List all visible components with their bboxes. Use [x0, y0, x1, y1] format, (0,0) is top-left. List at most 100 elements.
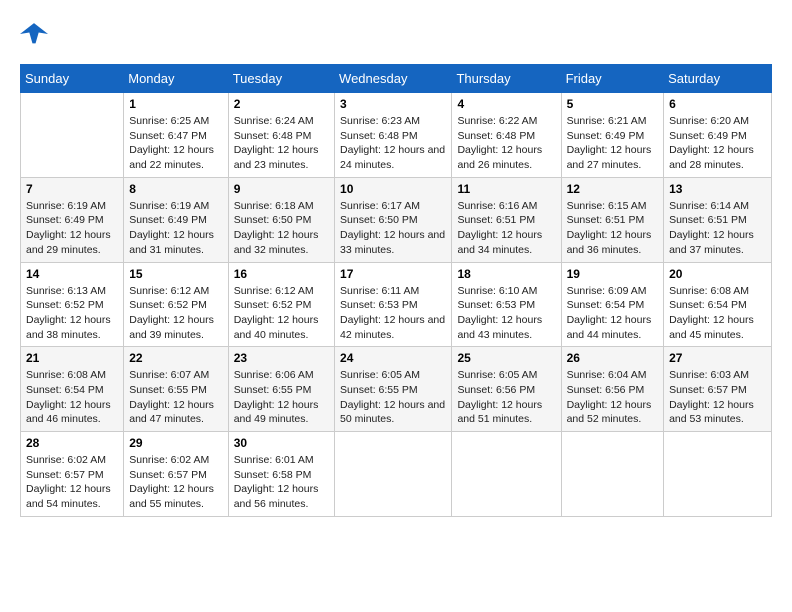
day-info: Sunrise: 6:07 AMSunset: 6:55 PMDaylight:…	[129, 368, 222, 427]
calendar-cell: 20 Sunrise: 6:08 AMSunset: 6:54 PMDayligh…	[664, 262, 772, 347]
calendar-cell: 14 Sunrise: 6:13 AMSunset: 6:52 PMDayligh…	[21, 262, 124, 347]
day-info: Sunrise: 6:14 AMSunset: 6:51 PMDaylight:…	[669, 199, 766, 258]
day-info: Sunrise: 6:02 AMSunset: 6:57 PMDaylight:…	[26, 453, 118, 512]
calendar-cell: 1 Sunrise: 6:25 AMSunset: 6:47 PMDaylight…	[124, 93, 228, 178]
calendar-cell: 29 Sunrise: 6:02 AMSunset: 6:57 PMDayligh…	[124, 432, 228, 517]
calendar-cell: 9 Sunrise: 6:18 AMSunset: 6:50 PMDaylight…	[228, 177, 334, 262]
day-info: Sunrise: 6:21 AMSunset: 6:49 PMDaylight:…	[567, 114, 659, 173]
day-number: 3	[340, 97, 446, 111]
week-row-5: 28 Sunrise: 6:02 AMSunset: 6:57 PMDayligh…	[21, 432, 772, 517]
day-number: 13	[669, 182, 766, 196]
weekday-header-saturday: Saturday	[664, 65, 772, 93]
day-info: Sunrise: 6:19 AMSunset: 6:49 PMDaylight:…	[129, 199, 222, 258]
calendar-cell: 7Sunrise: 6:19 AMSunset: 6:49 PMDaylight…	[21, 177, 124, 262]
calendar-cell: 5 Sunrise: 6:21 AMSunset: 6:49 PMDaylight…	[561, 93, 664, 178]
calendar-cell: 30Sunrise: 6:01 AMSunset: 6:58 PMDayligh…	[228, 432, 334, 517]
logo-bird-icon	[20, 20, 48, 48]
week-row-3: 14 Sunrise: 6:13 AMSunset: 6:52 PMDayligh…	[21, 262, 772, 347]
calendar-cell: 4 Sunrise: 6:22 AMSunset: 6:48 PMDaylight…	[452, 93, 561, 178]
day-number: 21	[26, 351, 118, 365]
day-info: Sunrise: 6:19 AMSunset: 6:49 PMDaylight:…	[26, 199, 118, 258]
weekday-header-thursday: Thursday	[452, 65, 561, 93]
weekday-header-sunday: Sunday	[21, 65, 124, 93]
calendar-cell: 27 Sunrise: 6:03 AMSunset: 6:57 PMDayligh…	[664, 347, 772, 432]
calendar-cell: 6Sunrise: 6:20 AMSunset: 6:49 PMDaylight…	[664, 93, 772, 178]
day-info: Sunrise: 6:25 AMSunset: 6:47 PMDaylight:…	[129, 114, 222, 173]
day-info: Sunrise: 6:03 AMSunset: 6:57 PMDaylight:…	[669, 368, 766, 427]
calendar-cell: 21 Sunrise: 6:08 AMSunset: 6:54 PMDayligh…	[21, 347, 124, 432]
calendar-cell: 18 Sunrise: 6:10 AMSunset: 6:53 PMDayligh…	[452, 262, 561, 347]
day-number: 20	[669, 267, 766, 281]
calendar-cell	[452, 432, 561, 517]
logo	[20, 20, 52, 48]
day-number: 15	[129, 267, 222, 281]
day-info: Sunrise: 6:09 AMSunset: 6:54 PMDaylight:…	[567, 284, 659, 343]
page-header	[20, 20, 772, 48]
day-info: Sunrise: 6:05 AMSunset: 6:56 PMDaylight:…	[457, 368, 555, 427]
day-number: 23	[234, 351, 329, 365]
calendar-cell: 15Sunrise: 6:12 AMSunset: 6:52 PMDayligh…	[124, 262, 228, 347]
day-number: 10	[340, 182, 446, 196]
day-number: 18	[457, 267, 555, 281]
day-number: 2	[234, 97, 329, 111]
calendar-cell	[21, 93, 124, 178]
week-row-2: 7Sunrise: 6:19 AMSunset: 6:49 PMDaylight…	[21, 177, 772, 262]
calendar-cell: 11 Sunrise: 6:16 AMSunset: 6:51 PMDayligh…	[452, 177, 561, 262]
day-number: 29	[129, 436, 222, 450]
day-number: 9	[234, 182, 329, 196]
day-info: Sunrise: 6:15 AMSunset: 6:51 PMDaylight:…	[567, 199, 659, 258]
calendar-cell: 28 Sunrise: 6:02 AMSunset: 6:57 PMDayligh…	[21, 432, 124, 517]
day-number: 8	[129, 182, 222, 196]
calendar-cell: 2 Sunrise: 6:24 AMSunset: 6:48 PMDaylight…	[228, 93, 334, 178]
day-info: Sunrise: 6:06 AMSunset: 6:55 PMDaylight:…	[234, 368, 329, 427]
calendar-cell: 25 Sunrise: 6:05 AMSunset: 6:56 PMDayligh…	[452, 347, 561, 432]
day-number: 19	[567, 267, 659, 281]
day-info: Sunrise: 6:24 AMSunset: 6:48 PMDaylight:…	[234, 114, 329, 173]
day-info: Sunrise: 6:02 AMSunset: 6:57 PMDaylight:…	[129, 453, 222, 512]
calendar-cell	[335, 432, 452, 517]
day-info: Sunrise: 6:22 AMSunset: 6:48 PMDaylight:…	[457, 114, 555, 173]
calendar-cell: 17 Sunrise: 6:11 AMSunset: 6:53 PMDayligh…	[335, 262, 452, 347]
day-info: Sunrise: 6:23 AMSunset: 6:48 PMDaylight:…	[340, 114, 446, 173]
day-number: 24	[340, 351, 446, 365]
day-info: Sunrise: 6:18 AMSunset: 6:50 PMDaylight:…	[234, 199, 329, 258]
day-info: Sunrise: 6:13 AMSunset: 6:52 PMDaylight:…	[26, 284, 118, 343]
day-number: 28	[26, 436, 118, 450]
day-info: Sunrise: 6:10 AMSunset: 6:53 PMDaylight:…	[457, 284, 555, 343]
weekday-header-wednesday: Wednesday	[335, 65, 452, 93]
calendar-cell	[664, 432, 772, 517]
day-number: 4	[457, 97, 555, 111]
calendar-cell: 13 Sunrise: 6:14 AMSunset: 6:51 PMDayligh…	[664, 177, 772, 262]
day-number: 25	[457, 351, 555, 365]
day-info: Sunrise: 6:16 AMSunset: 6:51 PMDaylight:…	[457, 199, 555, 258]
calendar-cell: 23 Sunrise: 6:06 AMSunset: 6:55 PMDayligh…	[228, 347, 334, 432]
day-number: 1	[129, 97, 222, 111]
calendar-cell: 24 Sunrise: 6:05 AMSunset: 6:55 PMDayligh…	[335, 347, 452, 432]
day-number: 26	[567, 351, 659, 365]
day-number: 11	[457, 182, 555, 196]
day-info: Sunrise: 6:12 AMSunset: 6:52 PMDaylight:…	[234, 284, 329, 343]
calendar-cell: 10 Sunrise: 6:17 AMSunset: 6:50 PMDayligh…	[335, 177, 452, 262]
day-info: Sunrise: 6:08 AMSunset: 6:54 PMDaylight:…	[26, 368, 118, 427]
calendar-cell: 22 Sunrise: 6:07 AMSunset: 6:55 PMDayligh…	[124, 347, 228, 432]
calendar-cell: 8 Sunrise: 6:19 AMSunset: 6:49 PMDaylight…	[124, 177, 228, 262]
day-info: Sunrise: 6:11 AMSunset: 6:53 PMDaylight:…	[340, 284, 446, 343]
weekday-header-tuesday: Tuesday	[228, 65, 334, 93]
day-number: 16	[234, 267, 329, 281]
day-info: Sunrise: 6:05 AMSunset: 6:55 PMDaylight:…	[340, 368, 446, 427]
day-info: Sunrise: 6:04 AMSunset: 6:56 PMDaylight:…	[567, 368, 659, 427]
calendar-cell: 3 Sunrise: 6:23 AMSunset: 6:48 PMDaylight…	[335, 93, 452, 178]
day-number: 5	[567, 97, 659, 111]
calendar-cell: 19 Sunrise: 6:09 AMSunset: 6:54 PMDayligh…	[561, 262, 664, 347]
day-number: 14	[26, 267, 118, 281]
day-info: Sunrise: 6:17 AMSunset: 6:50 PMDaylight:…	[340, 199, 446, 258]
calendar-cell: 16 Sunrise: 6:12 AMSunset: 6:52 PMDayligh…	[228, 262, 334, 347]
week-row-4: 21 Sunrise: 6:08 AMSunset: 6:54 PMDayligh…	[21, 347, 772, 432]
weekday-header-monday: Monday	[124, 65, 228, 93]
calendar-cell	[561, 432, 664, 517]
day-info: Sunrise: 6:08 AMSunset: 6:54 PMDaylight:…	[669, 284, 766, 343]
day-number: 6	[669, 97, 766, 111]
day-number: 17	[340, 267, 446, 281]
day-number: 22	[129, 351, 222, 365]
day-number: 27	[669, 351, 766, 365]
